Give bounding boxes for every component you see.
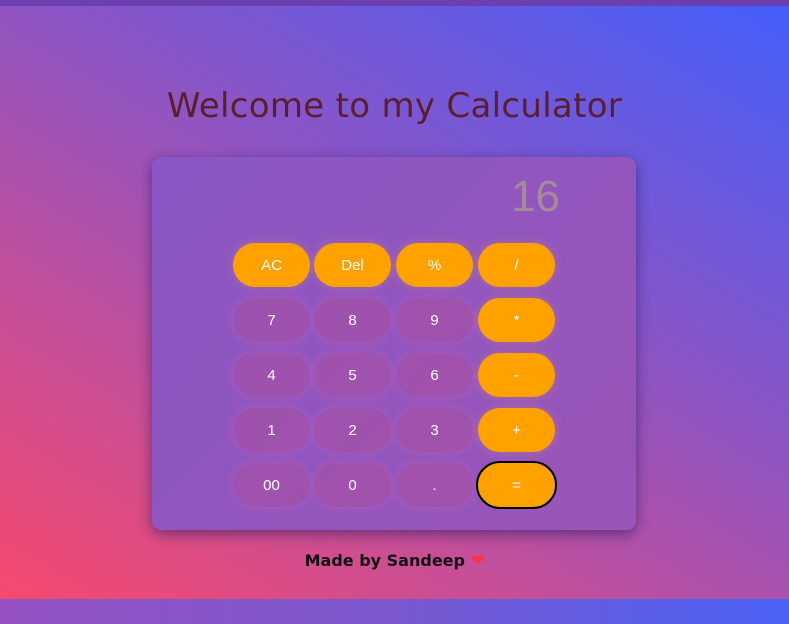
footer-text: Made by Sandeep [304, 551, 465, 570]
double-zero-button[interactable]: 00 [233, 463, 310, 507]
add-button[interactable]: + [478, 408, 555, 452]
calculator-display: 16 [511, 172, 560, 221]
all-clear-button[interactable]: AC [233, 243, 310, 287]
digit-2-button[interactable]: 2 [314, 408, 391, 452]
digit-4-button[interactable]: 4 [233, 353, 310, 397]
multiply-button[interactable]: * [478, 298, 555, 342]
digit-0-button[interactable]: 0 [314, 463, 391, 507]
digit-9-button[interactable]: 9 [396, 298, 473, 342]
page-title: Welcome to my Calculator [166, 86, 623, 126]
footer: Made by Sandeep ❤ [0, 551, 789, 570]
delete-button[interactable]: Del [314, 243, 391, 287]
calculator: 16 AC Del % / 7 8 9 * 4 5 6 - 1 2 3 + 00… [152, 157, 636, 530]
digit-3-button[interactable]: 3 [396, 408, 473, 452]
bottom-strip [0, 599, 789, 624]
keypad: AC Del % / 7 8 9 * 4 5 6 - 1 2 3 + 00 0 … [233, 243, 557, 509]
digit-5-button[interactable]: 5 [314, 353, 391, 397]
divide-button[interactable]: / [478, 243, 555, 287]
digit-1-button[interactable]: 1 [233, 408, 310, 452]
digit-8-button[interactable]: 8 [314, 298, 391, 342]
equals-button[interactable]: = [476, 461, 557, 509]
heart-icon: ❤ [470, 551, 485, 570]
subtract-button[interactable]: - [478, 353, 555, 397]
decimal-point-button[interactable]: . [396, 463, 473, 507]
digit-6-button[interactable]: 6 [396, 353, 473, 397]
digit-7-button[interactable]: 7 [233, 298, 310, 342]
percent-button[interactable]: % [396, 243, 473, 287]
